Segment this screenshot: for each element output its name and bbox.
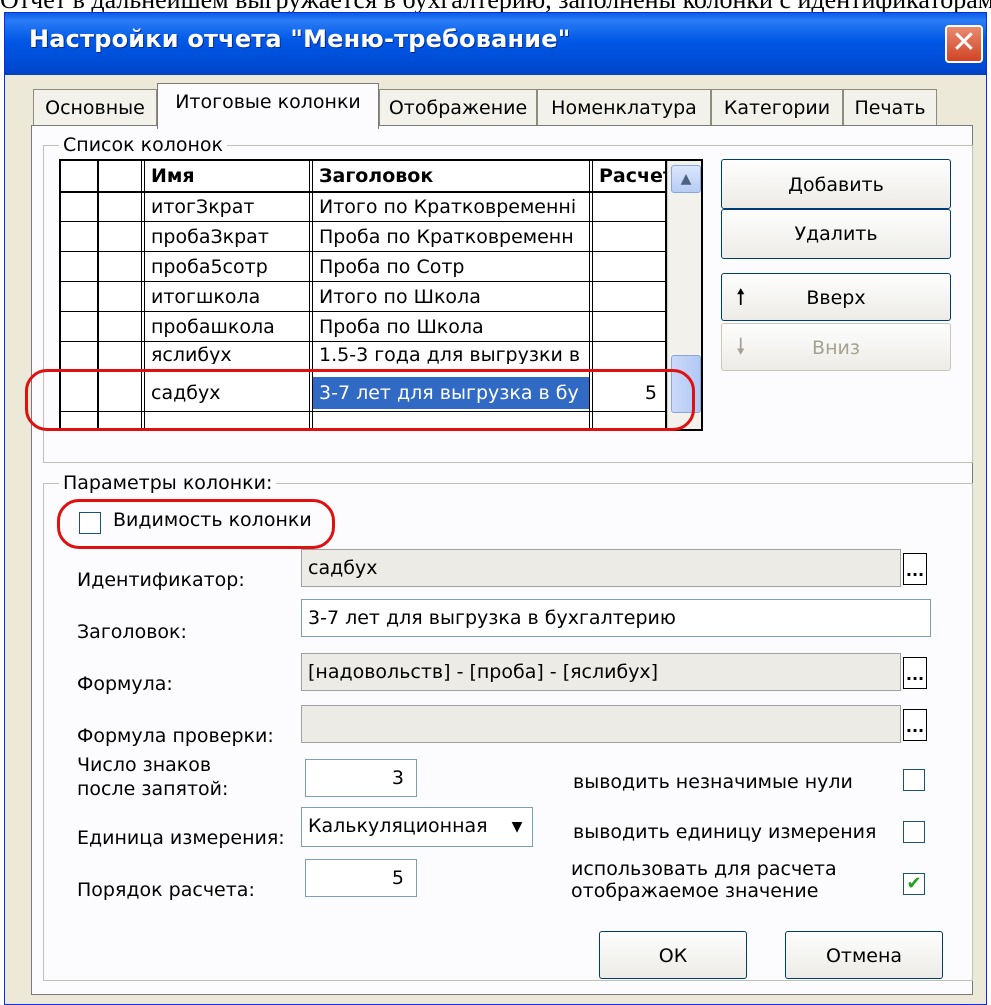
table-row-caption[interactable]: Итого по Школа <box>313 282 587 312</box>
delete-button[interactable]: Удалить <box>721 209 951 259</box>
tab-display[interactable]: Отображение <box>379 89 537 127</box>
highlight-ring-visibility <box>57 499 335 549</box>
title-bar: Настройки отчета "Меню-требование" ✕ <box>5 13 986 75</box>
grid-header-caption[interactable]: Заголовок <box>313 161 585 191</box>
use-display-label-2: отображаемое значение <box>571 880 819 902</box>
table-row-name[interactable]: пробашкола <box>145 312 307 342</box>
tab-categories[interactable]: Категории <box>711 89 843 127</box>
dialog-window: Настройки отчета "Меню-требование" ✕ Осн… <box>4 12 987 1005</box>
table-row-name[interactable]: яслибух <box>145 342 307 364</box>
tab-nomenclature[interactable]: Номенклатура <box>537 89 711 127</box>
table-row-caption[interactable]: Проба по Сотр <box>313 252 587 282</box>
table-row-name[interactable]: проба5сотр <box>145 252 307 282</box>
arrow-up-icon: 🠕 <box>736 285 746 310</box>
zeros-label: выводить незначимые нули <box>573 771 853 793</box>
columns-group-legend: Список колонок <box>59 134 228 156</box>
table-row-name[interactable]: итогЗкрат <box>145 192 307 222</box>
identifier-label: Идентификатор: <box>77 569 245 591</box>
close-button[interactable]: ✕ <box>945 25 983 63</box>
chevron-down-icon[interactable]: ▼ <box>504 812 530 842</box>
params-group-legend: Параметры колонки: <box>59 472 277 494</box>
table-row-caption[interactable]: Проба по Школа <box>313 312 587 342</box>
unit-show-checkbox[interactable] <box>903 821 925 843</box>
digits-label-1: Число знаков <box>77 754 212 776</box>
order-label: Порядок расчета: <box>77 879 255 901</box>
check-formula-label: Формула проверки: <box>77 725 274 747</box>
zeros-checkbox[interactable] <box>903 769 925 791</box>
up-button[interactable]: 🠕 Вверх <box>721 273 951 321</box>
cancel-button[interactable]: Отмена <box>785 931 943 979</box>
table-row-name[interactable]: итогшкола <box>145 282 307 312</box>
up-button-label: Вверх <box>806 287 866 309</box>
formula-label: Формула: <box>77 673 173 695</box>
window-title: Настройки отчета "Меню-требование" <box>29 25 571 53</box>
identifier-field[interactable]: садбух <box>301 549 901 587</box>
scroll-up-icon[interactable]: ▲ <box>671 165 701 193</box>
unit-label: Единица измерения: <box>77 827 285 849</box>
formula-field[interactable]: [надовольств] - [проба] - [яслибух] <box>301 653 901 691</box>
unit-select-value: Калькуляционная <box>308 815 488 837</box>
tab-main[interactable]: Основные <box>33 89 157 127</box>
ok-button[interactable]: ОК <box>599 931 747 979</box>
arrow-down-icon: 🠗 <box>736 335 746 360</box>
checkmark-icon: ✔ <box>906 873 922 894</box>
order-field[interactable]: 5 <box>305 859 417 897</box>
use-display-checkbox[interactable]: ✔ <box>903 873 925 895</box>
table-row-caption[interactable]: Итого по Кратковременні <box>313 192 587 222</box>
check-formula-browse-button[interactable]: ... <box>903 709 927 741</box>
check-formula-field[interactable] <box>301 705 901 743</box>
formula-browse-button[interactable]: ... <box>903 657 927 689</box>
table-row-caption[interactable]: Проба по Кратковременн <box>313 222 587 252</box>
table-row-caption[interactable]: 1.5-3 года для выгрузки в <box>313 342 587 364</box>
unit-show-label: выводить единицу измерения <box>573 821 877 843</box>
header-label: Заголовок: <box>77 621 187 643</box>
highlight-ring-row <box>25 369 695 431</box>
down-button-label: Вниз <box>812 337 860 359</box>
table-row-name[interactable]: пробаЗкрат <box>145 222 307 252</box>
digits-label-2: после запятой: <box>77 778 229 800</box>
unit-select[interactable]: Калькуляционная ▼ <box>301 807 533 847</box>
grid-header-name[interactable]: Имя <box>145 161 305 191</box>
header-field[interactable]: 3-7 лет для выгрузка в бухгалтерию <box>301 599 931 637</box>
down-button[interactable]: 🠗 Вниз <box>721 323 951 371</box>
digits-field[interactable]: 3 <box>305 759 417 797</box>
add-button[interactable]: Добавить <box>721 159 951 209</box>
grid-header-calc[interactable]: Расчет <box>593 161 665 191</box>
tab-print[interactable]: Печать <box>843 89 937 127</box>
identifier-browse-button[interactable]: ... <box>903 553 927 585</box>
use-display-label-1: использовать для расчета <box>571 858 837 880</box>
tab-summary-columns[interactable]: Итоговые колонки <box>157 83 379 129</box>
